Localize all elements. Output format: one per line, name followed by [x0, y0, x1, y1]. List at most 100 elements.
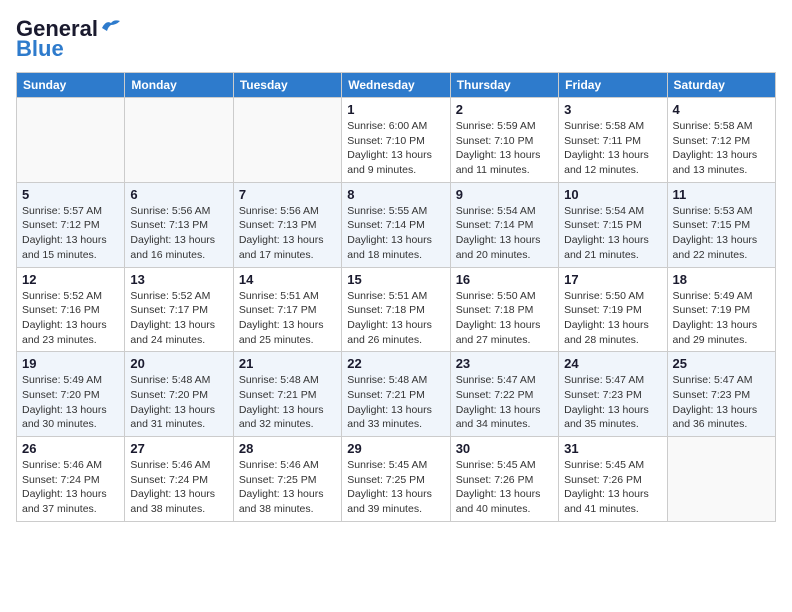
calendar-header-friday: Friday: [559, 73, 667, 98]
day-info: Sunrise: 5:57 AMSunset: 7:12 PMDaylight:…: [22, 204, 119, 263]
day-info: Sunrise: 5:50 AMSunset: 7:19 PMDaylight:…: [564, 289, 661, 348]
day-number: 7: [239, 187, 336, 202]
calendar-header-thursday: Thursday: [450, 73, 558, 98]
day-number: 21: [239, 356, 336, 371]
calendar-header-tuesday: Tuesday: [233, 73, 341, 98]
calendar-cell: 29 Sunrise: 5:45 AMSunset: 7:25 PMDayligh…: [342, 437, 450, 522]
calendar-cell: 16 Sunrise: 5:50 AMSunset: 7:18 PMDayligh…: [450, 267, 558, 352]
calendar-cell: 2Sunrise: 5:59 AMSunset: 7:10 PMDaylight…: [450, 98, 558, 183]
logo-blue: Blue: [16, 36, 64, 62]
calendar-cell: 15 Sunrise: 5:51 AMSunset: 7:18 PMDayligh…: [342, 267, 450, 352]
day-number: 10: [564, 187, 661, 202]
calendar-cell: 1Sunrise: 6:00 AMSunset: 7:10 PMDaylight…: [342, 98, 450, 183]
day-number: 17: [564, 272, 661, 287]
calendar-cell: 21 Sunrise: 5:48 AMSunset: 7:21 PMDayligh…: [233, 352, 341, 437]
calendar-header-wednesday: Wednesday: [342, 73, 450, 98]
calendar-cell: [17, 98, 125, 183]
day-number: 13: [130, 272, 227, 287]
day-info: Sunrise: 5:56 AMSunset: 7:13 PMDaylight:…: [130, 204, 227, 263]
calendar-cell: 11 Sunrise: 5:53 AMSunset: 7:15 PMDayligh…: [667, 182, 775, 267]
calendar-header-monday: Monday: [125, 73, 233, 98]
calendar-cell: 19Sunrise: 5:49 AMSunset: 7:20 PMDayligh…: [17, 352, 125, 437]
calendar-week-1: 1Sunrise: 6:00 AMSunset: 7:10 PMDaylight…: [17, 98, 776, 183]
page-header: General Blue: [16, 16, 776, 62]
calendar-cell: [233, 98, 341, 183]
calendar-cell: 8Sunrise: 5:55 AMSunset: 7:14 PMDaylight…: [342, 182, 450, 267]
calendar-cell: [125, 98, 233, 183]
day-number: 20: [130, 356, 227, 371]
day-number: 18: [673, 272, 770, 287]
day-info: Sunrise: 5:53 AMSunset: 7:15 PMDaylight:…: [673, 204, 770, 263]
day-info: Sunrise: 5:46 AMSunset: 7:24 PMDaylight:…: [22, 458, 119, 517]
calendar-header-sunday: Sunday: [17, 73, 125, 98]
calendar-cell: 25 Sunrise: 5:47 AMSunset: 7:23 PMDayligh…: [667, 352, 775, 437]
day-number: 14: [239, 272, 336, 287]
calendar-cell: 28 Sunrise: 5:46 AMSunset: 7:25 PMDayligh…: [233, 437, 341, 522]
day-number: 22: [347, 356, 444, 371]
day-info: Sunrise: 5:45 AMSunset: 7:25 PMDaylight:…: [347, 458, 444, 517]
day-number: 11: [673, 187, 770, 202]
day-info: Sunrise: 5:45 AMSunset: 7:26 PMDaylight:…: [564, 458, 661, 517]
day-info: Sunrise: 5:51 AMSunset: 7:18 PMDaylight:…: [347, 289, 444, 348]
day-info: Sunrise: 5:55 AMSunset: 7:14 PMDaylight:…: [347, 204, 444, 263]
calendar-cell: 17 Sunrise: 5:50 AMSunset: 7:19 PMDayligh…: [559, 267, 667, 352]
day-number: 26: [22, 441, 119, 456]
calendar-cell: 27Sunrise: 5:46 AMSunset: 7:24 PMDayligh…: [125, 437, 233, 522]
day-info: Sunrise: 5:48 AMSunset: 7:21 PMDaylight:…: [347, 373, 444, 432]
calendar-cell: 24Sunrise: 5:47 AMSunset: 7:23 PMDayligh…: [559, 352, 667, 437]
day-info: Sunrise: 5:47 AMSunset: 7:22 PMDaylight:…: [456, 373, 553, 432]
day-number: 25: [673, 356, 770, 371]
day-info: Sunrise: 5:52 AMSunset: 7:17 PMDaylight:…: [130, 289, 227, 348]
calendar-cell: 13 Sunrise: 5:52 AMSunset: 7:17 PMDayligh…: [125, 267, 233, 352]
calendar-cell: 20 Sunrise: 5:48 AMSunset: 7:20 PMDayligh…: [125, 352, 233, 437]
day-number: 5: [22, 187, 119, 202]
calendar-cell: 23 Sunrise: 5:47 AMSunset: 7:22 PMDayligh…: [450, 352, 558, 437]
calendar-week-3: 12 Sunrise: 5:52 AMSunset: 7:16 PMDayligh…: [17, 267, 776, 352]
day-info: Sunrise: 5:48 AMSunset: 7:20 PMDaylight:…: [130, 373, 227, 432]
day-number: 4: [673, 102, 770, 117]
day-info: Sunrise: 5:56 AMSunset: 7:13 PMDaylight:…: [239, 204, 336, 263]
calendar-cell: 26 Sunrise: 5:46 AMSunset: 7:24 PMDayligh…: [17, 437, 125, 522]
day-info: Sunrise: 5:50 AMSunset: 7:18 PMDaylight:…: [456, 289, 553, 348]
day-info: Sunrise: 5:58 AMSunset: 7:12 PMDaylight:…: [673, 119, 770, 178]
day-number: 31: [564, 441, 661, 456]
calendar-week-5: 26 Sunrise: 5:46 AMSunset: 7:24 PMDayligh…: [17, 437, 776, 522]
day-number: 28: [239, 441, 336, 456]
day-info: Sunrise: 5:49 AMSunset: 7:19 PMDaylight:…: [673, 289, 770, 348]
day-info: Sunrise: 5:46 AMSunset: 7:25 PMDaylight:…: [239, 458, 336, 517]
day-info: Sunrise: 5:47 AMSunset: 7:23 PMDaylight:…: [673, 373, 770, 432]
calendar-cell: 14 Sunrise: 5:51 AMSunset: 7:17 PMDayligh…: [233, 267, 341, 352]
day-number: 16: [456, 272, 553, 287]
day-number: 29: [347, 441, 444, 456]
calendar-week-2: 5 Sunrise: 5:57 AMSunset: 7:12 PMDaylight…: [17, 182, 776, 267]
day-number: 30: [456, 441, 553, 456]
day-info: Sunrise: 5:51 AMSunset: 7:17 PMDaylight:…: [239, 289, 336, 348]
calendar-cell: 9Sunrise: 5:54 AMSunset: 7:14 PMDaylight…: [450, 182, 558, 267]
calendar-cell: 7 Sunrise: 5:56 AMSunset: 7:13 PMDaylight…: [233, 182, 341, 267]
day-info: Sunrise: 5:54 AMSunset: 7:14 PMDaylight:…: [456, 204, 553, 263]
calendar-cell: 22 Sunrise: 5:48 AMSunset: 7:21 PMDayligh…: [342, 352, 450, 437]
day-info: Sunrise: 5:45 AMSunset: 7:26 PMDaylight:…: [456, 458, 553, 517]
calendar-header-saturday: Saturday: [667, 73, 775, 98]
calendar-cell: 12 Sunrise: 5:52 AMSunset: 7:16 PMDayligh…: [17, 267, 125, 352]
day-number: 23: [456, 356, 553, 371]
calendar-cell: 18 Sunrise: 5:49 AMSunset: 7:19 PMDayligh…: [667, 267, 775, 352]
day-info: Sunrise: 5:59 AMSunset: 7:10 PMDaylight:…: [456, 119, 553, 178]
logo-bird-icon: [100, 18, 122, 36]
day-number: 15: [347, 272, 444, 287]
calendar-table: SundayMondayTuesdayWednesdayThursdayFrid…: [16, 72, 776, 522]
day-number: 12: [22, 272, 119, 287]
day-info: Sunrise: 5:48 AMSunset: 7:21 PMDaylight:…: [239, 373, 336, 432]
logo: General Blue: [16, 16, 122, 62]
calendar-week-4: 19Sunrise: 5:49 AMSunset: 7:20 PMDayligh…: [17, 352, 776, 437]
calendar-cell: [667, 437, 775, 522]
calendar-cell: 30 Sunrise: 5:45 AMSunset: 7:26 PMDayligh…: [450, 437, 558, 522]
calendar-cell: 5 Sunrise: 5:57 AMSunset: 7:12 PMDaylight…: [17, 182, 125, 267]
calendar-header-row: SundayMondayTuesdayWednesdayThursdayFrid…: [17, 73, 776, 98]
day-info: Sunrise: 5:52 AMSunset: 7:16 PMDaylight:…: [22, 289, 119, 348]
calendar-cell: 4 Sunrise: 5:58 AMSunset: 7:12 PMDaylight…: [667, 98, 775, 183]
day-number: 1: [347, 102, 444, 117]
day-info: Sunrise: 5:49 AMSunset: 7:20 PMDaylight:…: [22, 373, 119, 432]
day-info: Sunrise: 5:58 AMSunset: 7:11 PMDaylight:…: [564, 119, 661, 178]
day-number: 6: [130, 187, 227, 202]
